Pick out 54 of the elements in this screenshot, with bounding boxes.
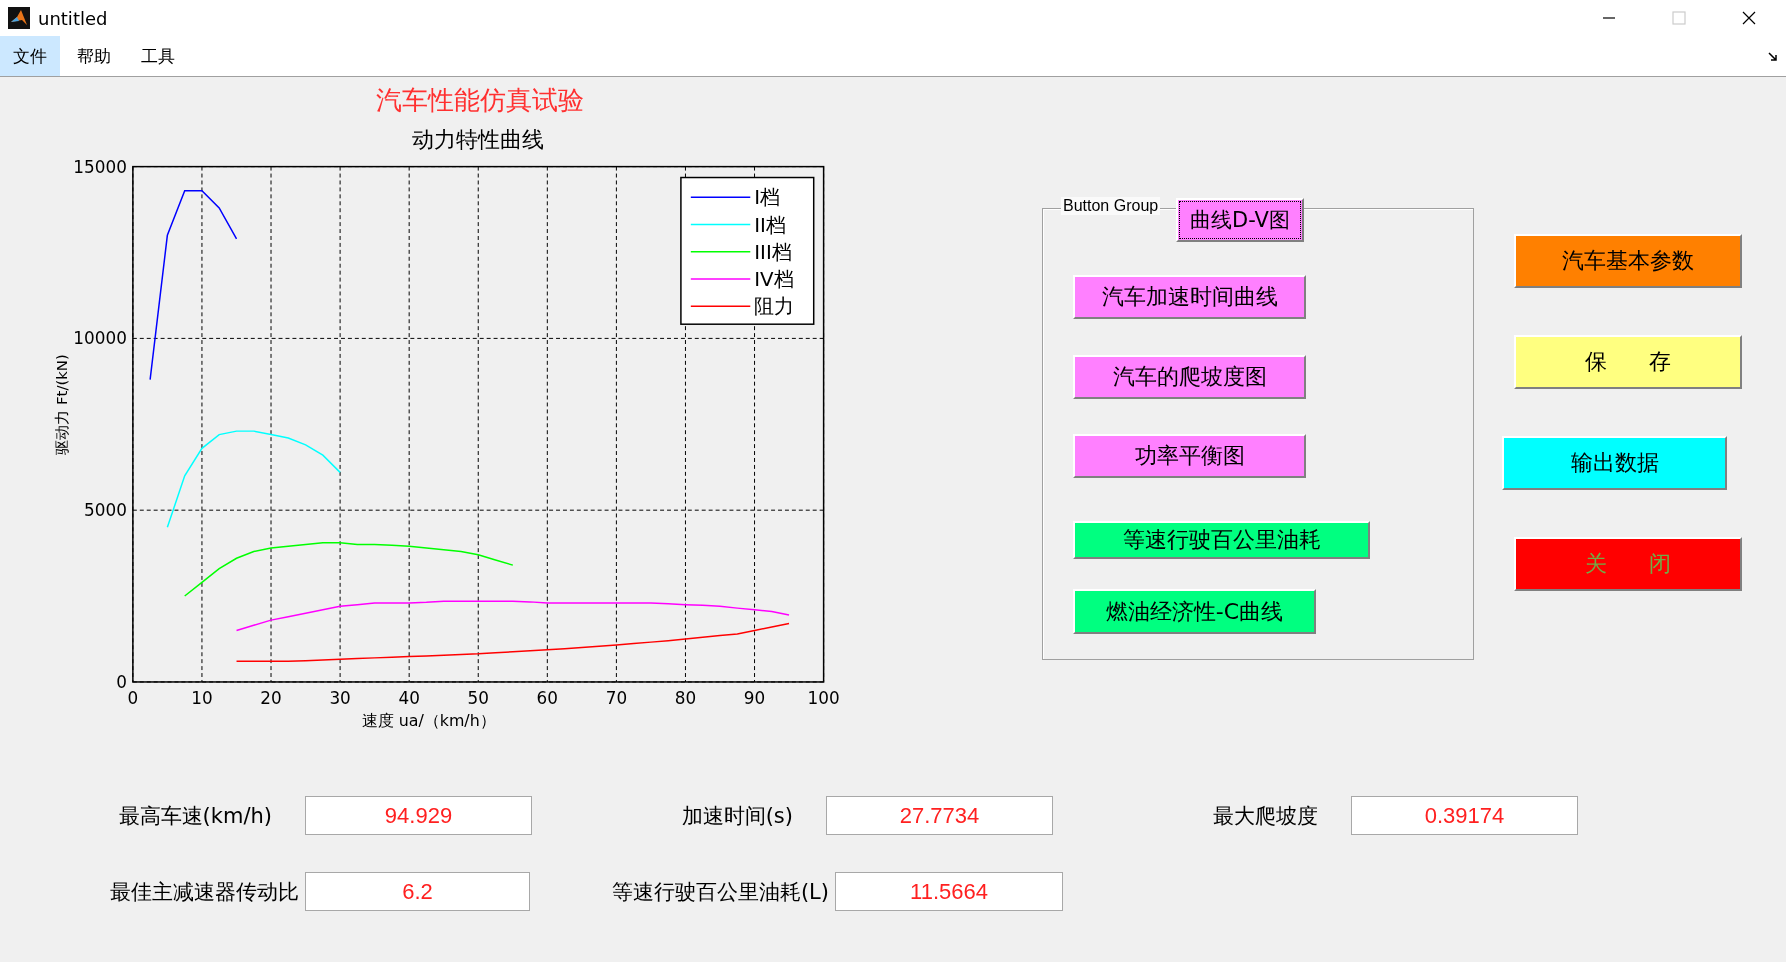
x-tick-label: 70: [605, 687, 628, 708]
y-tick-label: 5000: [84, 499, 127, 520]
value-field[interactable]: 0.39174: [1351, 796, 1578, 835]
plot-button[interactable]: 等速行驶百公里油耗: [1073, 521, 1370, 559]
x-tick-label: 20: [260, 687, 282, 708]
x-tick-label: 30: [329, 687, 351, 708]
field-label: 最佳主减速器传动比: [109, 878, 300, 906]
plot-button[interactable]: 功率平衡图: [1073, 434, 1306, 478]
menu-item[interactable]: 工具: [128, 36, 188, 76]
value-field[interactable]: 6.2: [305, 872, 530, 911]
field-label: 最大爬坡度: [1212, 802, 1319, 830]
plot-button[interactable]: 汽车加速时间曲线: [1073, 275, 1306, 319]
y-tick-label: 0: [116, 671, 127, 692]
x-tick-label: 90: [743, 687, 766, 708]
window-title: untitled: [38, 7, 108, 29]
legend-label: I档: [754, 185, 781, 209]
x-tick-label: 80: [674, 687, 697, 708]
legend-swatch: [690, 250, 752, 253]
action-button[interactable]: 汽车基本参数: [1514, 234, 1742, 288]
dock-arrow-icon[interactable]: [1768, 52, 1778, 62]
value-field[interactable]: 94.929: [305, 796, 532, 835]
legend-swatch: [690, 277, 752, 280]
value-field[interactable]: 11.5664: [835, 872, 1063, 911]
field-label: 等速行驶百公里油耗(L): [610, 878, 830, 906]
chart-title: 动力特性曲线: [412, 126, 545, 152]
app-heading: 汽车性能仿真试验: [375, 84, 585, 118]
value-field[interactable]: 27.7734: [826, 796, 1053, 835]
field-label: 最高车速(km/h): [117, 802, 273, 830]
x-tick-label: 60: [536, 687, 559, 708]
y-tick-label: 10000: [73, 327, 127, 348]
x-tick-label: 50: [467, 687, 489, 708]
field-label: 加速时间(s): [680, 802, 794, 830]
group-title: Button Group: [1061, 197, 1161, 215]
legend-label: III档: [754, 240, 792, 264]
x-tick-label: 100: [807, 687, 840, 708]
close-icon[interactable]: [1742, 11, 1756, 25]
x-tick-label: 10: [191, 687, 213, 708]
menu-item[interactable]: 帮助: [64, 36, 124, 76]
plot-button[interactable]: 曲线D-V图: [1176, 198, 1304, 242]
plot-button[interactable]: 汽车的爬坡度图: [1073, 355, 1306, 399]
menu-item[interactable]: 文件: [0, 36, 60, 76]
x-tick-label: 0: [127, 687, 139, 708]
y-axis-label: 驱动力 Ft/(kN): [53, 353, 72, 455]
action-button[interactable]: 保 存: [1514, 335, 1742, 389]
plot-button[interactable]: 燃油经济性-C曲线: [1073, 589, 1316, 634]
legend-label: 阻力: [754, 294, 795, 318]
x-tick-label: 40: [398, 687, 420, 708]
legend-label: IV档: [754, 267, 794, 291]
action-button[interactable]: 输出数据: [1502, 436, 1727, 490]
y-tick-label: 15000: [73, 156, 127, 177]
maximize-icon: [1672, 11, 1686, 25]
legend-label: II档: [754, 213, 786, 237]
app-logo-icon: [8, 7, 30, 29]
x-axis-label: 速度 ua/（km/h）: [361, 710, 496, 730]
